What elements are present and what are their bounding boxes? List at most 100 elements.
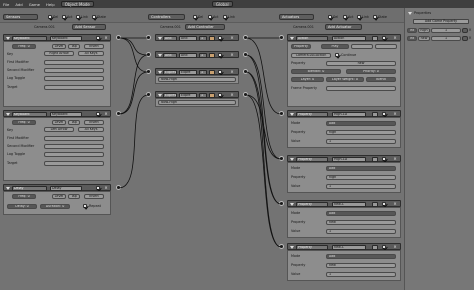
- collapse-icon[interactable]: [158, 37, 162, 40]
- controller-2-active-check[interactable]: [218, 53, 222, 57]
- mode-selector[interactable]: Object Mode: [60, 1, 94, 7]
- controllers-dropdown[interactable]: Controllers: [148, 14, 185, 20]
- controller-3-active-check[interactable]: [218, 70, 222, 74]
- actuator-4-property[interactable]: new: [326, 220, 396, 225]
- sensors-sel-check[interactable]: [48, 15, 52, 19]
- actuator-2-input-socket[interactable]: [279, 111, 284, 116]
- controller-3-input-socket[interactable]: [146, 69, 151, 74]
- sensor-3-freq[interactable]: Freq: 0: [12, 194, 36, 199]
- sensor-1-target[interactable]: [44, 85, 104, 90]
- controller-4-active-check[interactable]: [218, 93, 222, 97]
- sensor-2-key[interactable]: Left Arrow: [44, 127, 74, 132]
- actuator-5-active-check[interactable]: [382, 245, 386, 249]
- sensor-1-all-keys[interactable]: All Keys: [78, 51, 104, 56]
- collapse-icon[interactable]: [290, 37, 294, 40]
- controller-2-input-socket[interactable]: [146, 52, 151, 57]
- actuator-3-active-check[interactable]: [382, 157, 386, 161]
- controller-1-output-socket[interactable]: [243, 35, 248, 40]
- close-icon[interactable]: ×: [393, 157, 397, 161]
- property-1-value[interactable]: 1: [431, 28, 461, 33]
- actuator-1-layer-weight[interactable]: Layer Weight: 0: [326, 77, 364, 82]
- collapse-icon[interactable]: [290, 113, 294, 116]
- controller-4-output-socket[interactable]: [243, 92, 248, 97]
- sensor-2-all-keys[interactable]: All Keys: [78, 127, 104, 132]
- actuator-4-value[interactable]: 1: [326, 229, 396, 234]
- sensor-2-active-check[interactable]: [96, 112, 100, 116]
- menu-game[interactable]: Game: [26, 2, 43, 7]
- controllers-link-check[interactable]: [223, 15, 227, 19]
- actuator-1-sub-type[interactable]: Property: [291, 44, 311, 49]
- actuator-5-value[interactable]: 1: [326, 272, 396, 277]
- actuator-1-action[interactable]: Camera.001Action: [291, 53, 331, 58]
- actuator-4-input-socket[interactable]: [279, 201, 284, 206]
- controller-1-active-check[interactable]: [218, 36, 222, 40]
- menu-help[interactable]: Help: [43, 2, 58, 7]
- property-2-name[interactable]: new: [418, 36, 430, 41]
- sensor-1-invert[interactable]: Invert: [84, 44, 104, 49]
- controller-2-number[interactable]: 1: [199, 53, 207, 58]
- sensor-2-tap[interactable]: Tap: [68, 120, 80, 125]
- actuator-3-value[interactable]: 1: [326, 184, 396, 189]
- sensor-1-level[interactable]: Level: [52, 44, 66, 49]
- sensor-3-level[interactable]: Level: [52, 194, 66, 199]
- actuator-1-blend-mode[interactable]: Blend: [366, 77, 396, 82]
- add-game-property-button[interactable]: Add Game Property: [413, 19, 469, 24]
- sensor-1-key[interactable]: Right Arrow: [44, 51, 74, 56]
- actuator-5-property[interactable]: new: [326, 263, 396, 268]
- add-sensor-dropdown[interactable]: Add Sensor: [72, 24, 106, 30]
- actuator-4-active-check[interactable]: [382, 202, 386, 206]
- actuator-2-property[interactable]: high: [326, 130, 396, 135]
- close-icon[interactable]: ×: [468, 36, 472, 40]
- close-icon[interactable]: ×: [393, 36, 397, 40]
- controllers-sel-check[interactable]: [193, 15, 197, 19]
- sensor-2-level[interactable]: Level: [52, 120, 66, 125]
- controller-4-expression[interactable]: Now-High: [158, 100, 236, 105]
- controller-2-type[interactable]: And: [163, 53, 177, 58]
- actuators-sel-check[interactable]: [328, 15, 332, 19]
- actuator-1-property[interactable]: new: [326, 61, 396, 66]
- collapse-icon[interactable]: [290, 203, 294, 206]
- actuator-3-mode[interactable]: Add: [326, 166, 396, 171]
- controller-4-input-socket[interactable]: [146, 92, 151, 97]
- actuator-2-mode[interactable]: Add: [326, 121, 396, 126]
- collapse-icon[interactable]: [6, 187, 10, 190]
- close-icon[interactable]: ×: [230, 70, 234, 74]
- property-1-name[interactable]: high: [418, 28, 430, 33]
- sensor-3-invert[interactable]: Invert: [84, 194, 104, 199]
- actuator-1-blendin[interactable]: Blendin: 0: [291, 69, 341, 74]
- actuator-1-input-socket[interactable]: [279, 35, 284, 40]
- actuator-3-property[interactable]: high: [326, 175, 396, 180]
- sensor-3-active-check[interactable]: [96, 186, 100, 190]
- actuator-1-frame-prop[interactable]: [326, 86, 396, 91]
- add-controller-dropdown[interactable]: Add Controller: [185, 24, 225, 30]
- collapse-icon[interactable]: [6, 37, 10, 40]
- sensor-2-output-socket[interactable]: [116, 111, 121, 116]
- close-icon[interactable]: ×: [104, 186, 108, 190]
- sensors-act-check[interactable]: [62, 15, 66, 19]
- close-icon[interactable]: ×: [230, 53, 234, 57]
- close-icon[interactable]: ×: [104, 36, 108, 40]
- close-icon[interactable]: ×: [393, 245, 397, 249]
- sensor-2-log[interactable]: [44, 152, 104, 157]
- actuator-1-continue-check[interactable]: [335, 53, 339, 57]
- controller-1-name[interactable]: And: [179, 36, 197, 41]
- sensor-3-output-socket[interactable]: [116, 185, 121, 190]
- sensor-2-invert[interactable]: Invert: [84, 120, 104, 125]
- property-1-type[interactable]: Int: [407, 28, 417, 33]
- close-icon[interactable]: ×: [230, 36, 234, 40]
- actuator-3-input-socket[interactable]: [279, 156, 284, 161]
- sensor-1-tap[interactable]: Tap: [68, 44, 80, 49]
- sensor-1-active-check[interactable]: [96, 36, 100, 40]
- property-2-value[interactable]: 1: [431, 36, 461, 41]
- sensor-2-freq[interactable]: Freq: 0: [12, 120, 36, 125]
- collapse-icon[interactable]: [158, 94, 162, 97]
- sensor-1-first-mod[interactable]: [44, 60, 104, 65]
- actuator-1-play-mode[interactable]: Play: [321, 44, 349, 49]
- sensor-3-repeat-check[interactable]: [83, 204, 87, 208]
- sensor-3-duration[interactable]: Duration: 0: [40, 204, 70, 209]
- sensor-1-log[interactable]: [44, 76, 104, 81]
- controller-3-output-socket[interactable]: [243, 69, 248, 74]
- controller-2-state-icon[interactable]: [209, 53, 215, 58]
- actuators-link-check[interactable]: [357, 15, 361, 19]
- actuator-2-value[interactable]: 1: [326, 139, 396, 144]
